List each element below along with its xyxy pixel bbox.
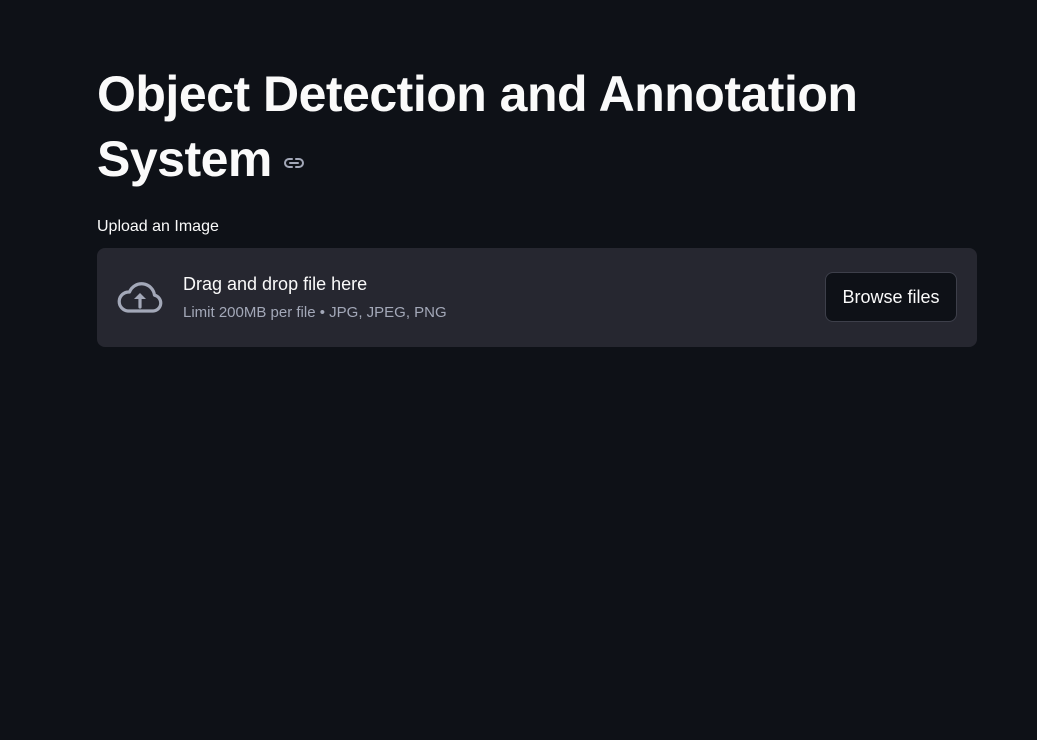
link-icon[interactable]	[282, 126, 306, 191]
upload-label: Upload an Image	[97, 218, 219, 235]
drop-title: Drag and drop file here	[183, 274, 368, 294]
dropzone-instructions: Drag and drop file here Limit 200MB per …	[183, 273, 447, 322]
cloud-upload-icon	[116, 279, 164, 315]
file-limit-text: Limit 200MB per file • JPG, JPEG, PNG	[183, 304, 447, 321]
page-title-text: Object Detection and Annotation System	[97, 66, 858, 187]
page-title: Object Detection and Annotation System	[97, 62, 957, 195]
file-dropzone[interactable]: Drag and drop file here Limit 200MB per …	[97, 248, 977, 347]
browse-files-button[interactable]: Browse files	[825, 272, 957, 322]
